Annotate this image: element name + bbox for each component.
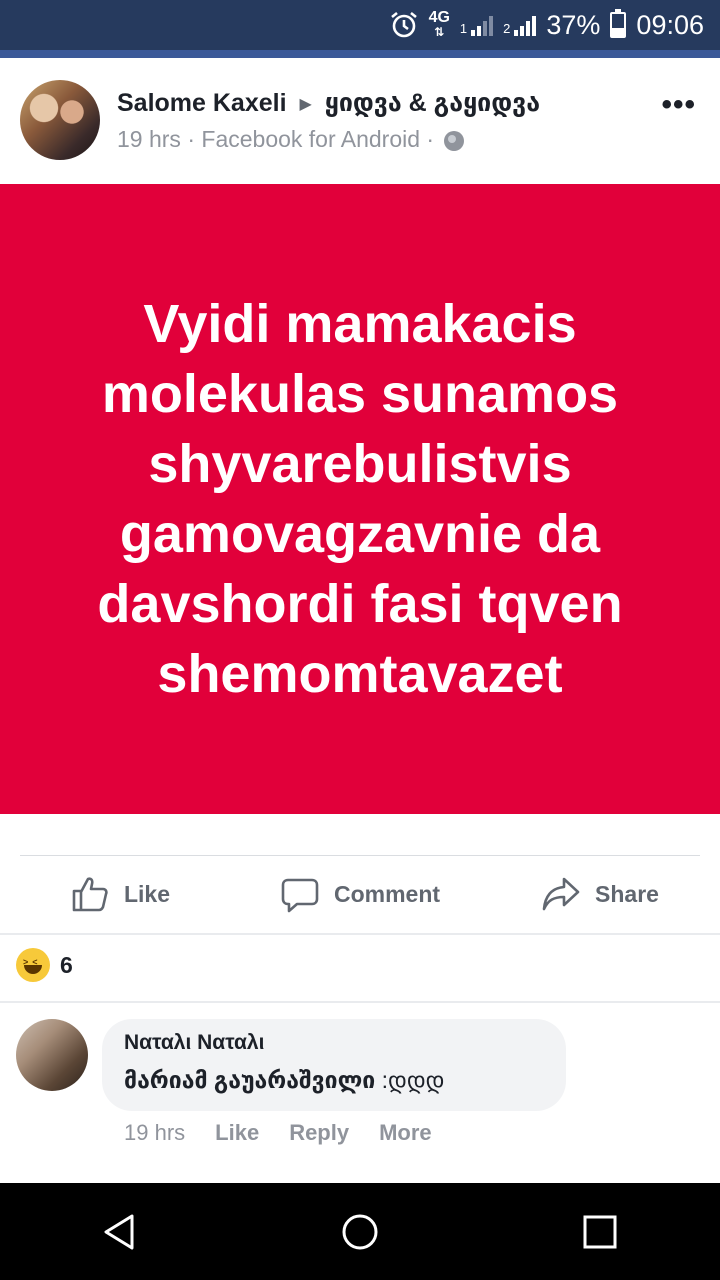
comment-time: 19 hrs (124, 1120, 186, 1145)
post-author-line: Salome Kaxeli ▶ ყიდვა & გაყიდვა (117, 88, 540, 118)
comment-text: მარიამ გაუარაშვილი :დდდ (124, 1067, 544, 1094)
post-meta: 19 hrs · Facebook for Android · (117, 126, 465, 153)
comment-like-link[interactable]: Like (215, 1120, 259, 1146)
author-name[interactable]: Salome Kaxeli (117, 89, 287, 117)
author-avatar[interactable] (20, 80, 100, 160)
comment-more-link[interactable]: More (379, 1120, 432, 1146)
clock: 09:06 (636, 9, 704, 40)
home-icon[interactable] (340, 1212, 380, 1252)
navigation-bar (0, 1183, 720, 1280)
battery-icon (610, 9, 627, 38)
comment-mention[interactable]: მარიამ გაუარაშვილი (124, 1067, 375, 1093)
comment-button[interactable]: Comment (240, 856, 480, 932)
haha-icon: >< (16, 948, 50, 982)
alarm-icon (390, 11, 417, 38)
battery-percent: 37% (546, 9, 601, 40)
like-button[interactable]: Like (0, 856, 240, 932)
share-button[interactable]: Share (480, 856, 720, 932)
back-icon[interactable] (100, 1212, 140, 1252)
status-accent (0, 50, 720, 58)
group-name[interactable]: ყიდვა & გაყიდვა (325, 89, 540, 117)
sim1-signal-icon: 1 (460, 14, 494, 36)
more-options-button[interactable]: ••• (661, 88, 696, 122)
post-header: Salome Kaxeli ▶ ყიდვა & გაყიდვა 19 hrs ·… (0, 58, 720, 183)
post-source: Facebook for Android (201, 126, 421, 152)
post-actions: Like Comment Share (0, 856, 720, 932)
comment-label: Comment (333, 880, 441, 907)
globe-icon (444, 130, 465, 151)
comment-icon (281, 878, 319, 913)
commenter-avatar[interactable] (16, 1019, 88, 1091)
reaction-count: 6 (60, 951, 73, 978)
comment-bubble: Ναταλι Ναταλι მარიამ გაუარაშვილი :დდდ (102, 1019, 566, 1111)
post-time[interactable]: 19 hrs (117, 126, 181, 152)
meta-separator: · (187, 126, 195, 152)
recents-icon[interactable] (580, 1212, 620, 1252)
reactions-summary[interactable]: >< 6 (16, 948, 73, 982)
like-label: Like (123, 880, 171, 907)
status-bar: 4G ⇅ 1 2 37% 09:06 (0, 0, 720, 50)
comment-meta: 19 hrs Like Reply More (124, 1120, 432, 1146)
comment-body: :დდდ (375, 1067, 445, 1093)
status-icons: 4G ⇅ 1 2 37% 09:06 (389, 0, 704, 50)
share-icon (542, 877, 580, 911)
triangle-right-icon: ▶ (299, 96, 312, 114)
share-label: Share (595, 880, 659, 907)
commenter-name[interactable]: Ναταλι Ναταλι (124, 1031, 544, 1055)
post-text: Vyidi mamakacis molekulas sunamos shyvar… (97, 294, 623, 704)
separator (0, 1001, 720, 1003)
meta-separator: · (426, 126, 435, 152)
network-type: 4G ⇅ (428, 9, 450, 40)
thumbs-up-icon (72, 877, 108, 912)
sim2-signal-icon: 2 (503, 14, 537, 36)
post-text-card: Vyidi mamakacis molekulas sunamos shyvar… (0, 184, 720, 814)
separator (0, 933, 720, 935)
comment-reply-link[interactable]: Reply (289, 1120, 349, 1146)
